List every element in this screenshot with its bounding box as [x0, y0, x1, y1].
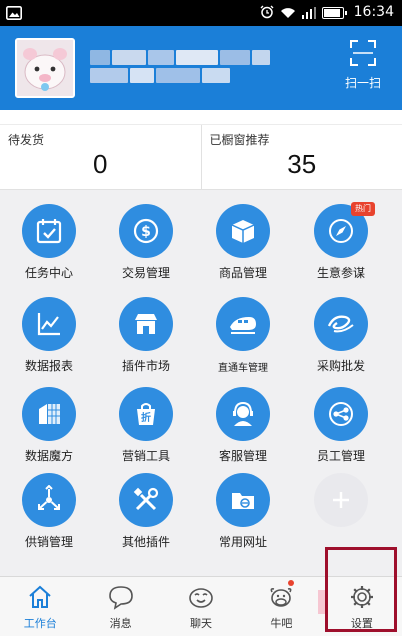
- nav-niuba[interactable]: 牛吧: [241, 577, 321, 636]
- svg-text:折: 折: [141, 411, 151, 424]
- tile-label: 生意参谋: [316, 266, 365, 280]
- tools-icon: [119, 473, 173, 527]
- stats-panel: 待发货 0 已橱窗推荐 35: [0, 124, 402, 190]
- stats-strip: [0, 110, 402, 124]
- tile-label: 任务中心: [24, 266, 73, 280]
- image-notification-icon: [6, 5, 22, 24]
- trade-icon: $: [119, 204, 173, 258]
- cow-icon: [267, 583, 295, 611]
- bottom-nav: 工作台 消息 聊天 牛吧 设置: [0, 576, 402, 636]
- gear-icon: [348, 583, 376, 611]
- task-center-icon: [22, 204, 76, 258]
- tile-marketing[interactable]: 折 营销工具: [98, 387, 194, 475]
- distribution-icon: [22, 473, 76, 527]
- stat-label: 已橱窗推荐: [209, 133, 270, 147]
- goods-icon: [216, 204, 270, 258]
- tile-label: 数据魔方: [24, 449, 73, 463]
- tile-business-advisor[interactable]: 热门 生意参谋: [293, 202, 389, 292]
- tile-goods[interactable]: 商品管理: [195, 204, 291, 292]
- nav-label: 消息: [109, 617, 132, 630]
- message-icon: [107, 583, 135, 611]
- pink-mark: [318, 590, 326, 614]
- home-icon: [26, 583, 54, 611]
- nav-workbench[interactable]: 工作台: [0, 577, 80, 636]
- folder-icon: [216, 473, 270, 527]
- tile-label: 营销工具: [121, 449, 170, 463]
- store-icon: [119, 297, 173, 351]
- nav-label: 设置: [350, 617, 373, 630]
- stat-pending-shipment[interactable]: 待发货 0: [0, 125, 201, 189]
- chart-icon: [22, 297, 76, 351]
- tile-wholesale[interactable]: 采购批发: [293, 297, 389, 385]
- tile-customer-service[interactable]: 客服管理: [195, 387, 291, 475]
- tile-data-cube[interactable]: 数据魔方: [1, 387, 97, 475]
- alarm-icon: [260, 4, 274, 23]
- header: 扫一扫: [0, 26, 402, 110]
- tile-data-report[interactable]: 数据报表: [1, 297, 97, 385]
- hot-badge: 热门: [351, 202, 375, 216]
- nav-chat[interactable]: 聊天: [161, 577, 241, 636]
- tile-label: 采购批发: [316, 359, 365, 373]
- tile-add[interactable]: [293, 473, 389, 561]
- status-bar: 16:34: [0, 0, 402, 26]
- tile-through-train[interactable]: 直通车管理: [195, 297, 291, 385]
- chat-icon: [187, 583, 215, 611]
- wifi-icon: [280, 4, 296, 23]
- tile-label: 员工管理: [316, 449, 365, 463]
- stat-label: 待发货: [8, 133, 45, 147]
- alibaba-icon: [314, 297, 368, 351]
- staff-icon: [314, 387, 368, 441]
- tile-label: 数据报表: [24, 359, 73, 373]
- tile-label: 供销管理: [24, 535, 73, 549]
- avatar[interactable]: [15, 38, 75, 98]
- app-screen: 16:34 扫一扫 待发货 0 已橱窗推荐 35 任务中心 $ 交易管理 商品管…: [0, 0, 402, 636]
- tile-label: 交易管理: [121, 266, 170, 280]
- nav-label: 工作台: [23, 617, 57, 630]
- plus-icon: [314, 473, 368, 527]
- stat-value: 35: [287, 149, 317, 179]
- unread-dot: [287, 580, 294, 586]
- tile-label: 客服管理: [218, 449, 267, 463]
- nav-label: 牛吧: [270, 617, 293, 630]
- tile-trade[interactable]: $ 交易管理: [98, 204, 194, 292]
- battery-icon: [322, 7, 347, 19]
- scan-button[interactable]: 扫一扫: [340, 40, 386, 102]
- scan-icon: [350, 40, 376, 70]
- tile-distribution[interactable]: 供销管理: [1, 473, 97, 561]
- tile-other-plugins[interactable]: 其他插件: [98, 473, 194, 561]
- tile-plugin-market[interactable]: 插件市场: [98, 297, 194, 385]
- tile-task-center[interactable]: 任务中心: [1, 204, 97, 292]
- stat-window-recommended[interactable]: 已橱窗推荐 35: [200, 125, 402, 189]
- tile-label: 直通车管理: [218, 363, 268, 374]
- tile-label: 插件市场: [121, 359, 170, 373]
- shop-name-blurred: [90, 50, 270, 84]
- nav-label: 聊天: [190, 617, 213, 630]
- signal-icon: [302, 4, 316, 23]
- tile-label: 商品管理: [218, 266, 267, 280]
- tile-label: 常用网址: [218, 535, 267, 549]
- data-cube-icon: [22, 387, 76, 441]
- headset-icon: [216, 387, 270, 441]
- tile-staff[interactable]: 员工管理: [293, 387, 389, 475]
- nav-messages[interactable]: 消息: [80, 577, 160, 636]
- tile-label: 其他插件: [121, 535, 170, 549]
- discount-bag-icon: 折: [119, 387, 173, 441]
- status-time: 16:34: [353, 4, 394, 20]
- scan-label: 扫一扫: [344, 76, 381, 90]
- train-icon: [216, 297, 270, 351]
- tile-bookmarks[interactable]: 常用网址: [195, 473, 291, 561]
- svg-text:$: $: [141, 224, 151, 240]
- nav-settings[interactable]: 设置: [322, 577, 402, 636]
- stat-value: 0: [93, 149, 108, 179]
